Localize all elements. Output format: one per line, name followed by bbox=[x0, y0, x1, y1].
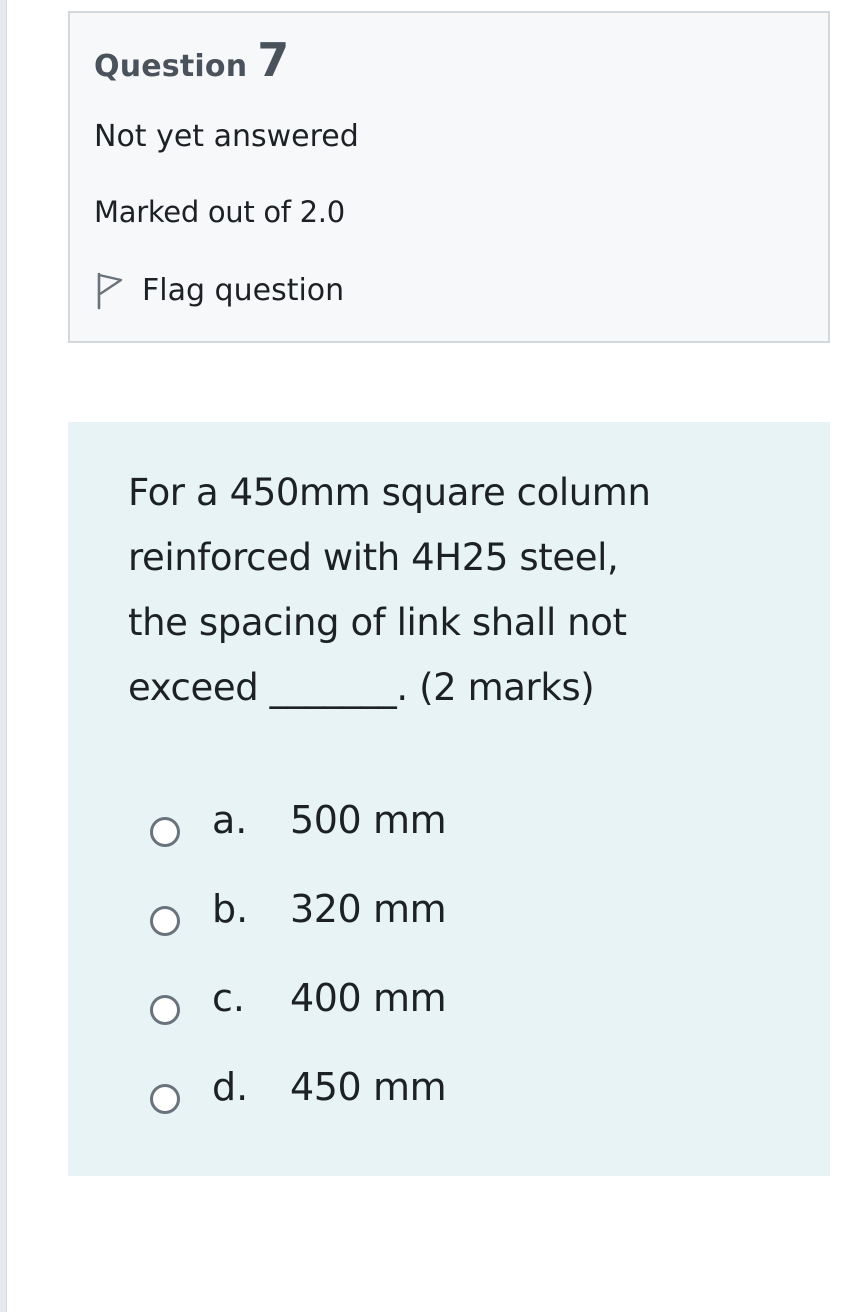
answer-options: a. 500 mm b. 320 mm c. 400 mm d. 450 mm bbox=[150, 782, 710, 1138]
page-left-rule bbox=[0, 0, 7, 1312]
question-text-line: the spacing of link shall not bbox=[128, 601, 627, 644]
answer-letter: c. bbox=[212, 976, 245, 1020]
question-text: For a 450mm square column reinforced wit… bbox=[128, 460, 788, 720]
question-state: Not yet answered bbox=[94, 119, 359, 154]
question-number: 7 bbox=[257, 33, 290, 87]
answer-option-d[interactable]: d. 450 mm bbox=[150, 1049, 710, 1138]
answer-option-a[interactable]: a. 500 mm bbox=[150, 782, 710, 871]
answer-option-b[interactable]: b. 320 mm bbox=[150, 871, 710, 960]
flag-outline-icon bbox=[97, 272, 123, 310]
question-text-line: reinforced with 4H25 steel, bbox=[128, 536, 619, 579]
answer-letter: d. bbox=[212, 1065, 249, 1109]
flag-question-button[interactable]: Flag question bbox=[94, 265, 344, 315]
question-text-line: For a 450mm square column bbox=[128, 471, 651, 514]
radio-button-b[interactable] bbox=[150, 905, 180, 936]
answer-option-c[interactable]: c. 400 mm bbox=[150, 960, 710, 1049]
answer-letter: a. bbox=[212, 798, 248, 842]
question-content-panel: For a 450mm square column reinforced wit… bbox=[68, 422, 830, 1176]
answer-text: 500 mm bbox=[290, 798, 447, 842]
radio-button-d[interactable] bbox=[150, 1083, 180, 1114]
answer-text: 450 mm bbox=[290, 1065, 447, 1109]
question-info-panel: Question 7 Not yet answered Marked out of… bbox=[68, 11, 830, 343]
radio-button-c[interactable] bbox=[150, 994, 180, 1025]
answer-letter: b. bbox=[212, 887, 249, 931]
question-grade: Marked out of 2.0 bbox=[94, 195, 345, 229]
question-heading: Question 7 bbox=[94, 33, 289, 87]
question-label: Question bbox=[94, 49, 248, 84]
answer-text: 320 mm bbox=[290, 887, 447, 931]
radio-button-a[interactable] bbox=[150, 816, 180, 847]
answer-text: 400 mm bbox=[290, 976, 447, 1020]
question-text-line: exceed _______. (2 marks) bbox=[128, 666, 595, 709]
flag-question-label: Flag question bbox=[142, 272, 345, 308]
